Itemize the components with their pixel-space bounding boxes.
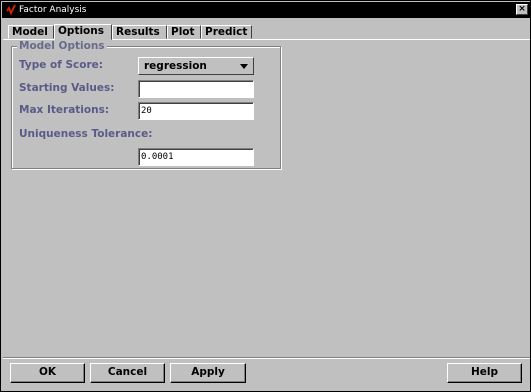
tab-results-label: Results	[116, 26, 160, 38]
tab-results[interactable]: Results	[112, 25, 167, 39]
max-iterations-field[interactable]: 20	[138, 102, 254, 120]
cancel-button[interactable]: Cancel	[90, 363, 165, 383]
max-iterations-label: Max Iterations:	[19, 104, 110, 116]
model-options-legend: Model Options	[17, 40, 107, 53]
starting-values-field[interactable]	[138, 80, 254, 98]
tab-predict-label: Predict	[205, 26, 248, 38]
tab-predict[interactable]: Predict	[201, 25, 252, 39]
app-icon	[6, 4, 16, 16]
tab-model-label: Model	[12, 26, 48, 38]
tab-plot-label: Plot	[171, 26, 195, 38]
tab-options[interactable]: Options	[54, 24, 112, 40]
dialog-window: Factor Analysis × Model Options Results …	[0, 0, 531, 392]
ok-button[interactable]: OK	[10, 363, 85, 383]
type-of-score-select[interactable]: regression	[138, 57, 254, 75]
dropdown-arrow-icon	[240, 64, 248, 69]
close-button[interactable]: ×	[516, 4, 528, 15]
uniqueness-tolerance-field[interactable]: 0.0001	[138, 148, 254, 166]
apply-button[interactable]: Apply	[170, 363, 246, 383]
close-icon: ×	[518, 4, 526, 14]
window-title: Factor Analysis	[19, 5, 87, 15]
type-of-score-value: regression	[144, 60, 207, 72]
tab-options-label: Options	[58, 25, 104, 37]
type-of-score-label: Type of Score:	[19, 59, 103, 71]
uniqueness-tolerance-label: Uniqueness Tolerance:	[19, 128, 153, 140]
starting-values-label: Starting Values:	[19, 82, 115, 94]
tab-model[interactable]: Model	[8, 25, 54, 39]
tab-plot[interactable]: Plot	[167, 25, 201, 39]
help-button[interactable]: Help	[447, 363, 522, 383]
footer-divider	[3, 357, 530, 359]
title-bar[interactable]: Factor Analysis ×	[2, 2, 531, 18]
